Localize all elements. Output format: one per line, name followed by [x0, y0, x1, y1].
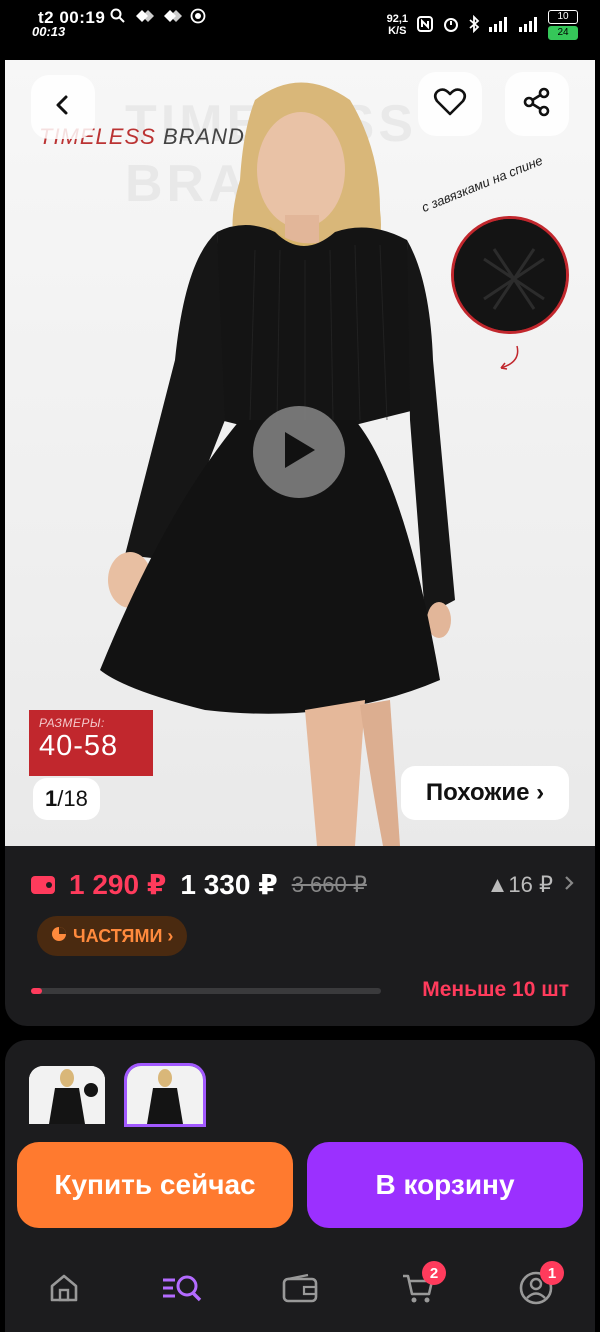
- variant-thumbnail-selected[interactable]: [124, 1063, 206, 1127]
- price-card: 1 290 ₽ 1 330 ₽ 3 660 ₽ ▲16 ₽ ЧАСТЯМИ › …: [5, 846, 595, 1026]
- chevron-right-icon: [563, 872, 575, 898]
- bluetooth-icon: [468, 14, 480, 36]
- bottom-sheet: Купить сейчас В корзину 2 1: [5, 1040, 595, 1332]
- favorite-button[interactable]: [418, 72, 482, 136]
- chevron-left-icon: [51, 93, 75, 122]
- cart-count-badge: 2: [422, 1261, 446, 1285]
- stock-status: Меньше 10 шт: [422, 978, 569, 1001]
- variant-thumbnail[interactable]: [29, 1066, 105, 1124]
- buy-now-button[interactable]: Купить сейчас: [17, 1142, 293, 1228]
- nav-profile[interactable]: 1: [506, 1261, 566, 1315]
- back-button[interactable]: [31, 75, 95, 139]
- notification-icon: [134, 8, 154, 29]
- battery-indicator: 10 24: [548, 10, 578, 40]
- product-gallery[interactable]: TIMELESS BRAND TIMEL: [5, 60, 595, 846]
- price-row[interactable]: 1 290 ₽ 1 330 ₽ 3 660 ₽ ▲16 ₽: [31, 868, 575, 901]
- net-speed: 92,1 K/S: [386, 13, 408, 37]
- home-icon: [48, 1272, 80, 1309]
- size-range-badge: РАЗМЕРЫ: 40-58: [29, 710, 153, 776]
- search-icon: [110, 8, 126, 29]
- signal-icon-2: [518, 15, 540, 36]
- catalog-search-icon: [161, 1272, 203, 1309]
- heart-icon: [433, 87, 467, 122]
- play-icon: [279, 428, 319, 477]
- regular-price: 1 330 ₽: [180, 869, 278, 900]
- profile-notification-badge: 1: [540, 1261, 564, 1285]
- nav-catalog[interactable]: [152, 1265, 212, 1315]
- wallet-nav-icon: [282, 1273, 318, 1308]
- wallet-price: 1 290 ₽: [69, 869, 167, 900]
- stock-progress-bar: [31, 988, 381, 994]
- similar-products-button[interactable]: Похожие ›: [401, 766, 569, 820]
- nav-cart[interactable]: 2: [388, 1261, 448, 1315]
- bottom-navigation: 2 1: [5, 1260, 595, 1320]
- old-price: 3 660 ₽: [291, 871, 367, 897]
- stock-progress-fill: [31, 988, 42, 994]
- installments-label: ЧАСТЯМИ ›: [73, 925, 174, 946]
- price-delta[interactable]: ▲16 ₽: [487, 872, 575, 898]
- pie-chart-icon: [51, 926, 67, 947]
- share-icon: [522, 87, 552, 122]
- nfc-icon: [416, 15, 434, 36]
- status-time-secondary: 00:13: [32, 24, 66, 39]
- share-button[interactable]: [505, 72, 569, 136]
- size-range: 40-58: [39, 730, 119, 762]
- size-label: РАЗМЕРЫ:: [39, 716, 105, 730]
- detail-closeup: [451, 216, 569, 334]
- installments-button[interactable]: ЧАСТЯМИ ›: [37, 916, 188, 956]
- target-icon: [190, 8, 206, 29]
- play-video-button[interactable]: [253, 406, 345, 498]
- status-left-icons: [110, 8, 206, 29]
- notification-icon-2: [162, 8, 182, 29]
- variant-thumbnails: [29, 1063, 206, 1127]
- nav-home[interactable]: [34, 1265, 94, 1315]
- status-right-icons: 92,1 K/S 10 24: [387, 10, 578, 40]
- alarm-icon: [442, 15, 460, 36]
- nav-wallet[interactable]: [270, 1265, 330, 1315]
- signal-icon: [488, 15, 510, 36]
- status-bar: t2 00:19 00:13 92,1 K/S 10 24: [0, 0, 600, 60]
- arrow-icon: [493, 342, 525, 379]
- image-counter: 1/18: [33, 778, 100, 820]
- add-to-cart-button[interactable]: В корзину: [307, 1142, 583, 1228]
- wallet-icon: [31, 875, 55, 894]
